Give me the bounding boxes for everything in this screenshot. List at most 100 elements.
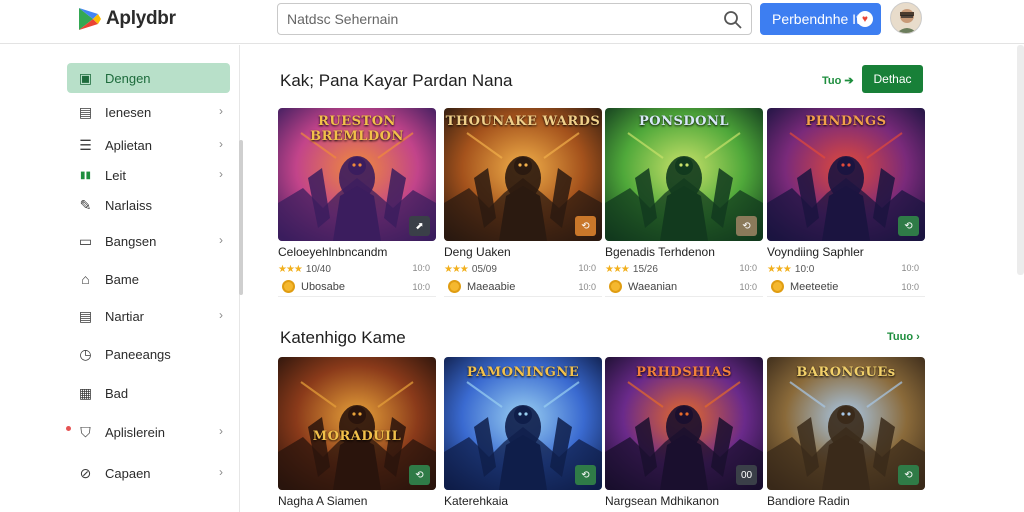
price-label: Maeaabie	[467, 280, 516, 293]
game-name: Nagha A Siamen	[278, 494, 368, 508]
game-thumbnail[interactable]: PONSDONL ⟲	[605, 108, 763, 241]
price-row: Waeanian 10:0	[605, 280, 763, 297]
sidebar-item-ienesen[interactable]: ▤ Ienesen ›	[67, 97, 230, 127]
sidebar-item-label: Ienesen	[105, 104, 152, 120]
chevron-right-icon: ›	[219, 308, 223, 322]
sidebar-item-bangsen[interactable]: ▭ Bangsen ›	[67, 226, 230, 256]
price-label: Waeanian	[628, 280, 678, 293]
rating-value: 15/26	[632, 263, 658, 275]
sidebar-item-aplietan[interactable]: ☰ Aplietan ›	[67, 130, 230, 160]
top-bar: Aplydbr Perbendnhe Ite ♥	[0, 0, 1024, 44]
section-title-category: Katenhigo Kame	[280, 328, 406, 347]
sidebar-item-nartiar[interactable]: ▤ Nartiar ›	[67, 301, 230, 331]
chart-icon: ▮▮	[79, 169, 91, 181]
game-card[interactable]: THOUNAKE WARDS ⟲ Deng Uaken ★★★ 05/09 10:0 …	[444, 108, 602, 297]
side-value: 10:0	[901, 282, 919, 292]
chevron-right-icon: ›	[219, 167, 223, 181]
sidebar-item-paneeangs[interactable]: ◷ Paneeangs	[67, 339, 230, 369]
game-thumbnail[interactable]: PAMONINGNE ⟲	[444, 357, 602, 490]
sidebar-item-narlaiss[interactable]: ✎ Narlaiss	[67, 190, 230, 220]
clock-icon: ◷	[79, 345, 92, 362]
chevron-right-icon: ›	[219, 233, 223, 247]
coin-icon	[771, 280, 784, 293]
side-value: 10:0	[578, 263, 596, 273]
app-logo[interactable]: Aplydbr	[76, 5, 176, 33]
game-card[interactable]: PAMONINGNE⟲Katerehkaia★★★ 20 10 00	[444, 357, 602, 512]
sidebar-item-label: Aplietan	[105, 137, 152, 153]
avatar[interactable]	[890, 2, 922, 34]
sidebar-item-label: Paneeangs	[105, 346, 171, 362]
sidebar-item-capaen[interactable]: ⊘ Capaen ›	[67, 458, 230, 488]
game-art-title: THOUNAKE WARDS	[445, 114, 601, 129]
app-title: Aplydbr	[106, 8, 176, 29]
rating-row: ★★★ 15/26 10:0	[605, 263, 763, 275]
section-title-featured: Kak; Pana Kayar Pardan Nana	[280, 71, 513, 90]
install-badge-icon[interactable]: ⟲	[575, 465, 596, 485]
side-value: 10:0	[901, 263, 919, 273]
sidebar-item-bame[interactable]: ⌂ Bame	[67, 264, 230, 294]
search-bar	[277, 3, 752, 35]
price-label: Meeteetie	[790, 280, 839, 293]
install-badge-icon[interactable]: ⟲	[898, 465, 919, 485]
rating-row: ★★★ 10/40 10:0	[278, 263, 436, 275]
search-input[interactable]	[278, 4, 698, 34]
chevron-right-icon: ›	[219, 137, 223, 151]
game-card[interactable]: PRHDSHIAS00Nargsean Mdhikanon★★★ 200 00	[605, 357, 763, 512]
coin-icon	[609, 280, 622, 293]
sidebar-item-leit[interactable]: ▮▮ Leit ›	[67, 160, 230, 190]
game-name: Bandiore Radin	[767, 494, 850, 508]
game-thumbnail[interactable]: BARONGUEs ⟲	[767, 357, 925, 490]
sidebar-item-label: Capaen	[105, 465, 151, 481]
rating-value: 10/40	[305, 263, 331, 275]
game-card[interactable]: BARONGUEs⟲Bandiore Radin★★★ 20 00	[767, 357, 925, 512]
star-rating-icon: ★★★	[767, 263, 792, 275]
sidebar-item-label: Leit	[105, 167, 126, 183]
game-name: Katerehkaia	[444, 494, 509, 508]
install-badge-icon[interactable]: ⟲	[575, 216, 596, 236]
game-name: Nargsean Mdhikanon	[605, 494, 720, 508]
game-name: Voyndiing Saphler	[767, 245, 864, 259]
sidebar-item-label: Narlaiss	[105, 197, 152, 213]
see-more-link[interactable]: Tuo ➔	[822, 74, 854, 87]
game-card[interactable]: PONSDONL ⟲ Bgenadis Terhdenon ★★★ 15/26 10:…	[605, 108, 763, 297]
game-thumbnail[interactable]: RUESTON BREMLDON ⬈	[278, 108, 436, 241]
rating-row: ★★★ 05/09 10:0	[444, 263, 602, 275]
game-card[interactable]: MORADUIL⟲Nagha A Siamen★★★ 10/40 00	[278, 357, 436, 512]
store-icon: ▣	[78, 69, 93, 86]
game-art-title: PRHDSHIAS	[636, 365, 732, 380]
game-art-title: PHNDNGS	[805, 114, 887, 129]
coin-icon	[448, 280, 461, 293]
see-more-link[interactable]: Tuuo ›	[887, 331, 920, 343]
install-badge-icon[interactable]: ⟲	[898, 216, 919, 236]
game-art-title: RUESTON BREMLDON	[310, 114, 404, 144]
install-badge-icon[interactable]: ⟲	[409, 465, 430, 485]
side-value: 10:0	[739, 282, 757, 292]
install-badge-icon[interactable]: ⬈	[409, 216, 430, 236]
chevron-right-icon: ›	[219, 465, 223, 479]
section-action-button[interactable]: Dethac	[862, 65, 923, 93]
game-card[interactable]: PHNDNGS ⟲ Voyndiing Saphler ★★★ 10:0 10:0 M…	[767, 108, 925, 297]
sidebar-item-dengen[interactable]: ▣ Dengen	[67, 63, 230, 93]
book-icon: ▭	[78, 232, 93, 249]
main-scrollbar[interactable]	[1017, 45, 1024, 275]
sidebar-item-aplislerein[interactable]: ⛉ Aplislerein ›	[67, 417, 230, 447]
search-icon[interactable]	[723, 10, 743, 30]
game-thumbnail[interactable]: THOUNAKE WARDS ⟲	[444, 108, 602, 241]
sidebar-scrollbar[interactable]	[239, 140, 243, 295]
game-thumbnail[interactable]: PRHDSHIAS 00	[605, 357, 763, 490]
grid-icon: ▦	[78, 384, 93, 401]
install-badge-icon[interactable]: 00	[736, 465, 757, 485]
game-card[interactable]: RUESTON BREMLDON ⬈ Celoeyehlnbncandm ★★★ 10…	[278, 108, 436, 297]
header-primary-button[interactable]: Perbendnhe Ite ♥	[760, 3, 881, 35]
install-badge-icon[interactable]: ⟲	[736, 216, 757, 236]
game-art-title: PONSDONL	[639, 114, 729, 129]
home-icon: ⌂	[81, 271, 90, 287]
list-icon: ☰	[79, 136, 92, 153]
side-value: 10:0	[739, 263, 757, 273]
price-label: Ubosabe	[301, 280, 346, 293]
game-thumbnail[interactable]: MORADUIL ⟲	[278, 357, 436, 490]
star-rating-icon: ★★★	[278, 263, 303, 275]
game-thumbnail[interactable]: PHNDNGS ⟲	[767, 108, 925, 241]
side-value: 10:0	[412, 282, 430, 292]
sidebar-item-bad[interactable]: ▦ Bad	[67, 378, 230, 408]
